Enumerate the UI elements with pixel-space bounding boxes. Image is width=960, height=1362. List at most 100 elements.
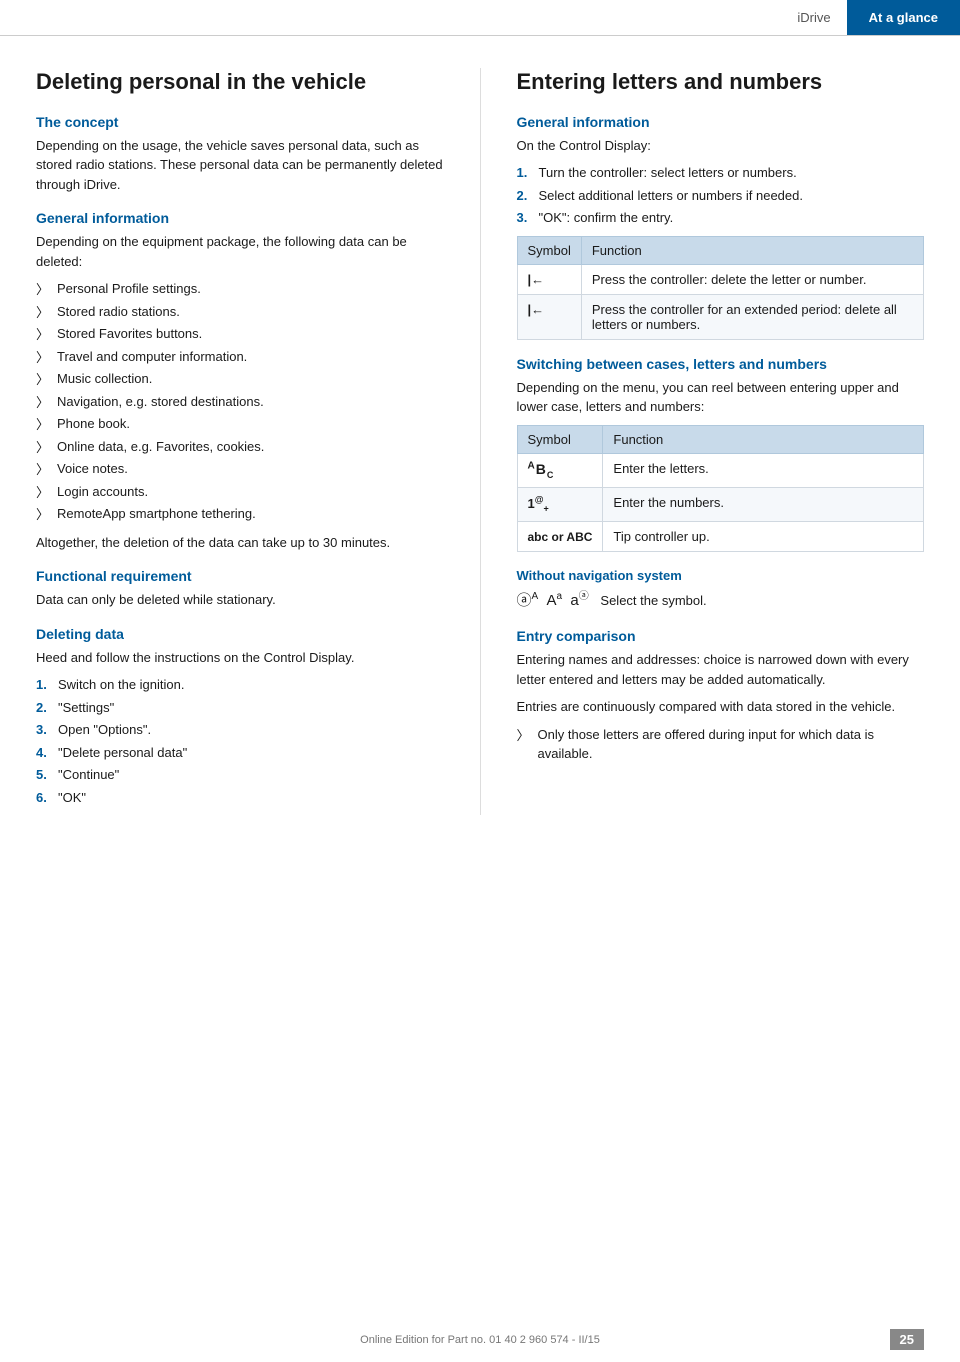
function-cell: Press the controller for an extended per…	[581, 294, 923, 339]
function-cell: Enter the numbers.	[603, 487, 924, 521]
bullet-arrow-icon: 〉	[36, 280, 49, 300]
concept-heading: The concept	[36, 114, 444, 130]
table2-body: ABCEnter the letters.1@+Enter the number…	[517, 453, 924, 551]
header-ataglance-label: At a glance	[847, 0, 960, 35]
table-row: |←Press the controller for an extended p…	[517, 294, 924, 339]
list-item: 2."Settings"	[36, 698, 444, 718]
bullet-arrow-icon: 〉	[36, 348, 49, 368]
left-column: Deleting personal in the vehicle The con…	[36, 68, 444, 815]
list-item: 6."OK"	[36, 788, 444, 808]
list-item: 〉Login accounts.	[36, 482, 444, 503]
bullet-arrow-icon: 〉	[36, 460, 49, 480]
list-item: 〉Personal Profile settings.	[36, 279, 444, 300]
list-item: 〉Music collection.	[36, 369, 444, 390]
table-row: |←Press the controller: delete the lette…	[517, 264, 924, 294]
step-number: 4.	[36, 743, 52, 763]
step-number: 5.	[36, 765, 52, 785]
step-number: 2.	[36, 698, 52, 718]
switching-heading: Switching between cases, letters and num…	[517, 356, 925, 372]
list-item: 〉Travel and computer information.	[36, 347, 444, 368]
concept-text: Depending on the usage, the vehicle save…	[36, 136, 444, 195]
step-number: 6.	[36, 788, 52, 808]
table2-col-function: Function	[603, 425, 924, 453]
deleting-steps-list: 1.Switch on the ignition. 2."Settings"3.O…	[36, 675, 444, 807]
bullet-arrow-icon: 〉	[36, 415, 49, 435]
list-item: 〉Phone book.	[36, 414, 444, 435]
list-item: 4."Delete personal data"	[36, 743, 444, 763]
entry-comparison-bullet: Only those letters are offered during in…	[538, 725, 924, 764]
symbol-cell: 1@+	[517, 487, 603, 521]
list-item: 2.Select additional letters or numbers i…	[517, 186, 925, 206]
list-item: 〉Stored Favorites buttons.	[36, 324, 444, 345]
without-nav-heading: Without navigation system	[517, 568, 925, 583]
without-nav-line: ⓐA Aa aⓐ Select the symbol.	[517, 589, 925, 613]
functional-req-text: Data can only be deleted while stationar…	[36, 590, 444, 610]
function-cell: Enter the letters.	[603, 453, 924, 487]
bullet-arrow-icon: 〉	[36, 505, 49, 525]
step-number: 1.	[517, 163, 533, 183]
switching-text: Depending on the menu, you can reel betw…	[517, 378, 925, 417]
function-cell: Press the controller: delete the letter …	[581, 264, 923, 294]
entry-comparison-bullets: 〉 Only those letters are offered during …	[517, 725, 925, 764]
list-item: 〉RemoteApp smartphone tethering.	[36, 504, 444, 525]
list-item: 〉Stored radio stations.	[36, 302, 444, 323]
functional-req-heading: Functional requirement	[36, 568, 444, 584]
symbol-cell: ABC	[517, 453, 603, 487]
left-page-title: Deleting personal in the vehicle	[36, 68, 444, 96]
list-item: 〉Navigation, e.g. stored destinations.	[36, 392, 444, 413]
bullet-arrow-icon: 〉	[36, 325, 49, 345]
list-item: 5."Continue"	[36, 765, 444, 785]
general-info-heading-left: General information	[36, 210, 444, 226]
right-page-title: Entering letters and numbers	[517, 68, 925, 96]
symbol-table-2: Symbol Function ABCEnter the letters.1@+…	[517, 425, 925, 552]
table1-col-function: Function	[581, 236, 923, 264]
general-info-footer: Altogether, the deletion of the data can…	[36, 533, 444, 553]
table2-col-symbol: Symbol	[517, 425, 603, 453]
entry-comparison-text1: Entering names and addresses: choice is …	[517, 650, 925, 689]
right-column: Entering letters and numbers General inf…	[517, 68, 925, 815]
without-nav-text: Select the symbol.	[600, 593, 706, 608]
table-row: abc or ABCTip controller up.	[517, 521, 924, 551]
table1-col-symbol: Symbol	[517, 236, 581, 264]
symbol-cell: abc or ABC	[517, 521, 603, 551]
column-divider	[480, 68, 481, 815]
bullet-arrow-icon: 〉	[36, 483, 49, 503]
entry-comparison-text2: Entries are continuously compared with d…	[517, 697, 925, 717]
list-item: 1.Switch on the ignition.	[36, 675, 444, 695]
footer-text: Online Edition for Part no. 01 40 2 960 …	[360, 1334, 600, 1346]
bullet-arrow-icon: 〉	[517, 726, 530, 746]
step-number: 3.	[36, 720, 52, 740]
general-info-text: Depending on the equipment package, the …	[36, 232, 444, 271]
without-nav-symbols: ⓐA Aa aⓐ	[517, 592, 589, 609]
deleting-data-heading: Deleting data	[36, 626, 444, 642]
bullet-arrow-icon: 〉	[36, 393, 49, 413]
symbol-cell: |←	[517, 294, 581, 339]
symbol-table-1: Symbol Function |←Press the controller: …	[517, 236, 925, 340]
bullet-list: 〉Personal Profile settings.〉Stored radio…	[36, 279, 444, 525]
header-idrive-label: iDrive	[781, 0, 846, 35]
general-info-heading-right: General information	[517, 114, 925, 130]
page-footer: Online Edition for Part no. 01 40 2 960 …	[0, 1334, 960, 1346]
function-cell: Tip controller up.	[603, 521, 924, 551]
step-number: 1.	[36, 675, 52, 695]
list-item: 1.Turn the controller: select letters or…	[517, 163, 925, 183]
page-number: 25	[890, 1329, 924, 1350]
table-row: ABCEnter the letters.	[517, 453, 924, 487]
table1-body: |←Press the controller: delete the lette…	[517, 264, 924, 339]
step-number: 3.	[517, 208, 533, 228]
bullet-arrow-icon: 〉	[36, 370, 49, 390]
list-item: 3.Open "Options".	[36, 720, 444, 740]
page-header: iDrive At a glance	[0, 0, 960, 36]
step-number: 2.	[517, 186, 533, 206]
deleting-data-intro: Heed and follow the instructions on the …	[36, 648, 444, 668]
list-item: 〉Voice notes.	[36, 459, 444, 480]
list-item: 〉Online data, e.g. Favorites, cookies.	[36, 437, 444, 458]
symbol-cell: |←	[517, 264, 581, 294]
right-general-info-intro: On the Control Display:	[517, 136, 925, 156]
right-steps-list: 1.Turn the controller: select letters or…	[517, 163, 925, 228]
table-row: 1@+Enter the numbers.	[517, 487, 924, 521]
main-content: Deleting personal in the vehicle The con…	[0, 36, 960, 855]
bullet-arrow-icon: 〉	[36, 303, 49, 323]
bullet-arrow-icon: 〉	[36, 438, 49, 458]
entry-comparison-heading: Entry comparison	[517, 628, 925, 644]
